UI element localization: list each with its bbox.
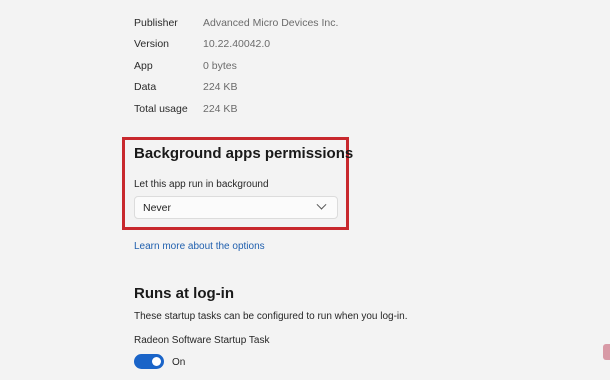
spec-label: Data: [134, 81, 157, 94]
edge-widget[interactable]: [603, 344, 610, 360]
chevron-down-icon: [316, 199, 327, 210]
spec-label: App: [134, 59, 153, 72]
spec-row-version: Version 10.22.40042.0: [134, 34, 434, 56]
spec-row-data: Data 224 KB: [134, 77, 434, 99]
toggle-knob: [152, 357, 161, 366]
startup-task-toggle[interactable]: [134, 354, 164, 369]
spec-value: Advanced Micro Devices Inc.: [203, 16, 339, 29]
spec-row-total-usage: Total usage 224 KB: [134, 98, 434, 120]
background-permissions-title: Background apps permissions: [134, 145, 354, 162]
dropdown-selected-value: Never: [143, 201, 172, 214]
background-setting-label: Let this app run in background: [134, 179, 269, 190]
learn-more-link[interactable]: Learn more about the options: [134, 241, 265, 252]
spec-value: 0 bytes: [203, 59, 237, 72]
app-specifications: Publisher Advanced Micro Devices Inc. Ve…: [134, 12, 434, 120]
spec-value: 10.22.40042.0: [203, 38, 271, 51]
spec-value: 224 KB: [203, 102, 238, 115]
spec-value: 224 KB: [203, 81, 238, 94]
startup-description: These startup tasks can be configured to…: [134, 311, 408, 322]
spec-row-app: App 0 bytes: [134, 55, 434, 77]
spec-row-publisher: Publisher Advanced Micro Devices Inc.: [134, 12, 434, 34]
toggle-state-label: On: [172, 357, 186, 368]
startup-task-name: Radeon Software Startup Task: [134, 335, 270, 346]
runs-at-login-title: Runs at log-in: [134, 285, 234, 302]
spec-label: Version: [134, 38, 170, 51]
spec-label: Total usage: [134, 102, 188, 115]
spec-label: Publisher: [134, 16, 178, 29]
background-permission-dropdown[interactable]: Never: [134, 196, 338, 219]
